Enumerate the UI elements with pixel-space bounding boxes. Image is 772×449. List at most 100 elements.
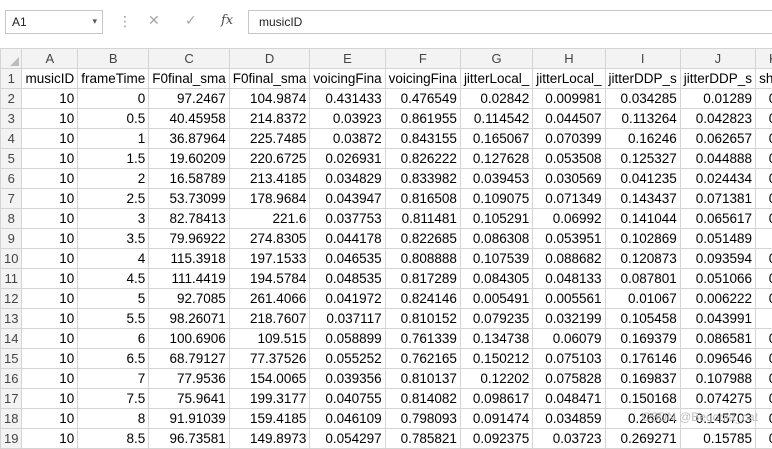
- table-cell[interactable]: 0.120873: [605, 249, 680, 269]
- column-header[interactable]: B: [78, 49, 149, 69]
- row-header[interactable]: 13: [1, 309, 22, 329]
- table-cell[interactable]: 0.814082: [385, 389, 460, 409]
- table-cell[interactable]: 19.60209: [149, 149, 230, 169]
- table-cell[interactable]: 0.810152: [385, 309, 460, 329]
- table-cell[interactable]: 0.075103: [533, 349, 605, 369]
- column-header[interactable]: D: [229, 49, 310, 69]
- row-header[interactable]: 3: [1, 109, 22, 129]
- table-cell[interactable]: 0.041235: [605, 169, 680, 189]
- table-cell[interactable]: 0.062657: [680, 129, 755, 149]
- column-header[interactable]: J: [680, 49, 755, 69]
- table-cell[interactable]: 154.0065: [229, 369, 310, 389]
- table-cell[interactable]: 0.5: [78, 109, 149, 129]
- table-cell[interactable]: 0.041972: [310, 289, 385, 309]
- table-cell[interactable]: jitterDDP_s: [605, 69, 680, 89]
- cancel-icon[interactable]: ✕: [148, 12, 160, 29]
- drag-handle-icon[interactable]: ⋮: [118, 14, 131, 28]
- table-cell[interactable]: 0.150212: [460, 349, 532, 369]
- table-cell[interactable]: 0.06079: [533, 329, 605, 349]
- table-cell[interactable]: 0.024434: [680, 169, 755, 189]
- table-cell[interactable]: 0.0: [756, 129, 772, 149]
- table-cell[interactable]: 0.042823: [680, 109, 755, 129]
- table-cell[interactable]: shim: [756, 69, 772, 89]
- row-header[interactable]: 17: [1, 389, 22, 409]
- table-cell[interactable]: 0.039356: [310, 369, 385, 389]
- table-cell[interactable]: 0.034829: [310, 169, 385, 189]
- row-header[interactable]: 16: [1, 369, 22, 389]
- table-cell[interactable]: 0.816508: [385, 189, 460, 209]
- table-cell[interactable]: 10: [22, 329, 78, 349]
- table-cell[interactable]: 6.5: [78, 349, 149, 369]
- table-cell[interactable]: 77.9536: [149, 369, 230, 389]
- table-cell[interactable]: F0final_sma: [229, 69, 310, 89]
- table-cell[interactable]: 36.87964: [149, 129, 230, 149]
- table-cell[interactable]: 16.58789: [149, 169, 230, 189]
- table-cell[interactable]: 5.5: [78, 309, 149, 329]
- table-cell[interactable]: 0.037753: [310, 209, 385, 229]
- select-all-corner[interactable]: [1, 49, 22, 69]
- table-cell[interactable]: 0.086308: [460, 229, 532, 249]
- table-cell[interactable]: 0.169837: [605, 369, 680, 389]
- table-cell[interactable]: jitterDDP_s: [680, 69, 755, 89]
- table-cell[interactable]: 0.091474: [460, 409, 532, 429]
- table-cell[interactable]: 0.431433: [310, 89, 385, 109]
- table-cell[interactable]: 0.01289: [680, 89, 755, 109]
- table-cell[interactable]: 0.2: [756, 429, 772, 449]
- table-cell[interactable]: 221.6: [229, 209, 310, 229]
- table-cell[interactable]: 0.053508: [533, 149, 605, 169]
- table-cell[interactable]: 225.7485: [229, 129, 310, 149]
- table-cell[interactable]: 0.761339: [385, 329, 460, 349]
- table-cell[interactable]: 0.824146: [385, 289, 460, 309]
- table-cell[interactable]: 0.0: [756, 89, 772, 109]
- table-cell[interactable]: 77.37526: [229, 349, 310, 369]
- formula-input[interactable]: musicID: [248, 10, 772, 34]
- table-cell[interactable]: 178.9684: [229, 189, 310, 209]
- table-cell[interactable]: 75.9641: [149, 389, 230, 409]
- table-cell[interactable]: 0.009981: [533, 89, 605, 109]
- table-cell[interactable]: 8.5: [78, 429, 149, 449]
- row-header[interactable]: 14: [1, 329, 22, 349]
- table-cell[interactable]: 109.515: [229, 329, 310, 349]
- table-cell[interactable]: 0.065617: [680, 209, 755, 229]
- table-cell[interactable]: 0.0: [756, 149, 772, 169]
- table-cell[interactable]: 0.040755: [310, 389, 385, 409]
- table-cell[interactable]: 10: [22, 369, 78, 389]
- table-cell[interactable]: 68.79127: [149, 349, 230, 369]
- table-cell[interactable]: voicingFina: [385, 69, 460, 89]
- confirm-icon[interactable]: ✓: [185, 12, 197, 29]
- insert-function-icon[interactable]: fx: [221, 13, 233, 28]
- table-cell[interactable]: voicingFina: [310, 69, 385, 89]
- table-cell[interactable]: 0.810137: [385, 369, 460, 389]
- table-cell[interactable]: 0.811481: [385, 209, 460, 229]
- table-cell[interactable]: 0.843155: [385, 129, 460, 149]
- table-cell[interactable]: 0.1: [756, 369, 772, 389]
- table-cell[interactable]: 218.7607: [229, 309, 310, 329]
- column-header[interactable]: E: [310, 49, 385, 69]
- row-header[interactable]: 19: [1, 429, 22, 449]
- column-header[interactable]: A: [22, 49, 78, 69]
- table-cell[interactable]: 4.5: [78, 269, 149, 289]
- table-cell[interactable]: 97.2467: [149, 89, 230, 109]
- table-cell[interactable]: 0.093594: [680, 249, 755, 269]
- table-cell[interactable]: 0.150168: [605, 389, 680, 409]
- table-cell[interactable]: 0.006222: [680, 289, 755, 309]
- table-cell[interactable]: 1.5: [78, 149, 149, 169]
- row-header[interactable]: 12: [1, 289, 22, 309]
- table-cell[interactable]: 0.2: [756, 349, 772, 369]
- table-cell[interactable]: 0.785821: [385, 429, 460, 449]
- table-cell[interactable]: 0.808888: [385, 249, 460, 269]
- table-cell[interactable]: 0.102869: [605, 229, 680, 249]
- table-cell[interactable]: 0.074275: [680, 389, 755, 409]
- table-cell[interactable]: 0.084305: [460, 269, 532, 289]
- table-cell[interactable]: 10: [22, 349, 78, 369]
- table-cell[interactable]: 0.105458: [605, 309, 680, 329]
- table-cell[interactable]: 0.03872: [310, 129, 385, 149]
- table-cell[interactable]: 10: [22, 109, 78, 129]
- table-cell[interactable]: 0.107539: [460, 249, 532, 269]
- table-cell[interactable]: 92.7085: [149, 289, 230, 309]
- table-cell[interactable]: 0.109075: [460, 189, 532, 209]
- table-cell[interactable]: 0.476549: [385, 89, 460, 109]
- table-cell[interactable]: 0.176146: [605, 349, 680, 369]
- table-cell[interactable]: 1: [78, 129, 149, 149]
- column-header[interactable]: C: [149, 49, 230, 69]
